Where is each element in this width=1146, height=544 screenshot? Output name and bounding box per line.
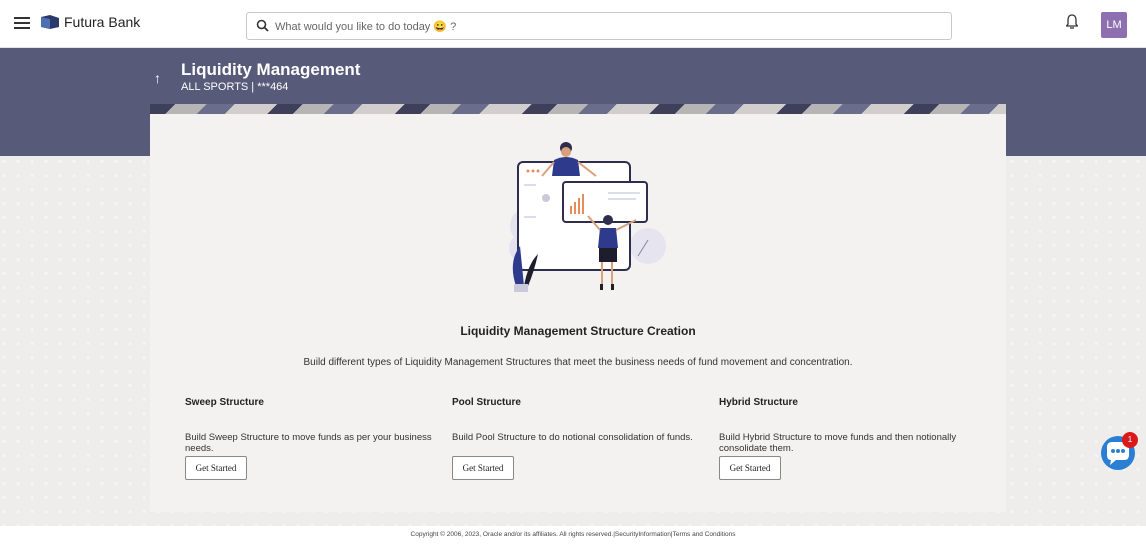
page-title: Liquidity Management bbox=[181, 60, 361, 79]
pool-structure-option: Pool Structure Build Pool Structure to d… bbox=[452, 397, 714, 480]
structure-description: Build Sweep Structure to move funds as p… bbox=[185, 432, 432, 454]
back-arrow-icon[interactable]: ↑ bbox=[154, 70, 161, 86]
menu-icon[interactable] bbox=[14, 17, 30, 29]
brand-name[interactable]: Futura Bank bbox=[64, 14, 140, 30]
analytics-illustration bbox=[509, 142, 666, 292]
hybrid-get-started-button[interactable]: Get Started bbox=[719, 456, 781, 480]
sweep-get-started-button[interactable]: Get Started bbox=[185, 456, 247, 480]
bank-logo-icon[interactable] bbox=[40, 14, 60, 30]
decorative-stripe bbox=[150, 104, 1006, 114]
search-input[interactable]: What would you like to do today 😀 ? bbox=[246, 12, 952, 40]
section-title: Liquidity Management Structure Creation bbox=[460, 324, 696, 338]
main-card: Liquidity Management Structure Creation … bbox=[150, 114, 1006, 512]
sweep-structure-option: Sweep Structure Build Sweep Structure to… bbox=[185, 397, 447, 480]
structure-description: Build Hybrid Structure to move funds and… bbox=[719, 432, 957, 454]
structure-title: Sweep Structure bbox=[185, 397, 264, 408]
bell-icon[interactable] bbox=[1066, 14, 1078, 30]
section-description: Build different types of Liquidity Manag… bbox=[303, 357, 853, 368]
search-icon bbox=[256, 19, 269, 32]
structure-title: Pool Structure bbox=[452, 397, 521, 408]
pool-get-started-button[interactable]: Get Started bbox=[452, 456, 514, 480]
structure-description: Build Pool Structure to do notional cons… bbox=[452, 432, 693, 443]
hybrid-structure-option: Hybrid Structure Build Hybrid Structure … bbox=[719, 397, 981, 480]
footer: Copyright © 2006, 2023, Oracle and/or it… bbox=[0, 526, 1146, 544]
search-placeholder: What would you like to do today 😀 ? bbox=[275, 21, 457, 33]
chat-notification-badge: 1 bbox=[1122, 432, 1138, 448]
avatar[interactable]: LM bbox=[1101, 12, 1127, 38]
top-bar: Futura Bank What would you like to do to… bbox=[0, 0, 1146, 48]
structure-title: Hybrid Structure bbox=[719, 397, 798, 408]
page-subtitle: ALL SPORTS | ***464 bbox=[181, 81, 289, 93]
